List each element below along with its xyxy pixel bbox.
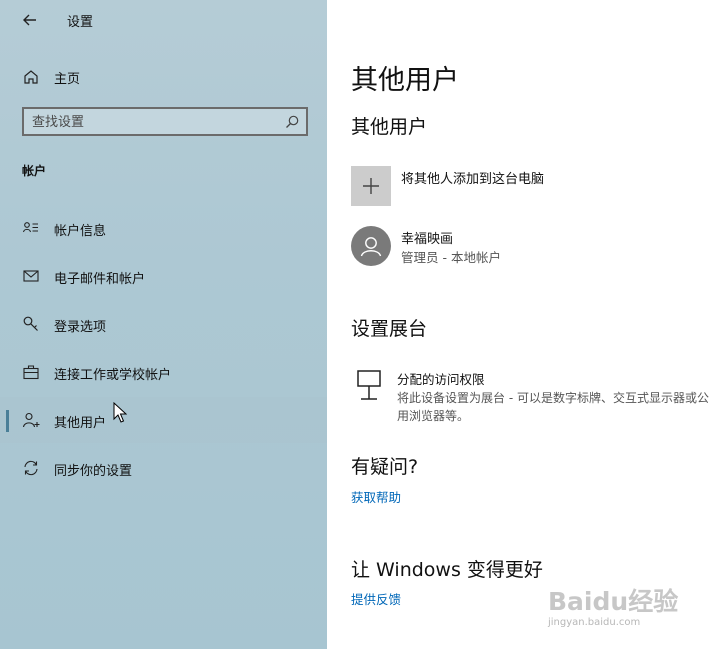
mouse-cursor-icon [113, 402, 127, 424]
kiosk-icon [355, 369, 383, 403]
sidebar-item-home[interactable]: 主页 [0, 62, 327, 92]
search-box[interactable] [22, 107, 308, 136]
sidebar-item-label: 其他用户 [54, 416, 107, 431]
search-icon[interactable] [284, 114, 300, 130]
get-help-link[interactable]: 获取帮助 [351, 487, 401, 506]
sidebar: 设置 主页 帐户 帐户信息 电子邮件和帐户 登录选项 连 [0, 0, 327, 649]
kiosk-title: 分配的访问权限 [397, 372, 485, 387]
sidebar-item-email[interactable]: 电子邮件和帐户 [0, 253, 327, 299]
account-info-icon [22, 219, 40, 237]
sidebar-item-sign-in-options[interactable]: 登录选项 [0, 301, 327, 347]
sidebar-item-label: 电子邮件和帐户 [54, 272, 146, 287]
plus-icon [351, 166, 391, 206]
avatar [351, 226, 391, 266]
watermark-logo: Baidu经验 [548, 587, 679, 616]
section-heading-feedback: 让 Windows 变得更好 [351, 559, 543, 581]
sidebar-item-sync[interactable]: 同步你的设置 [0, 445, 327, 491]
sidebar-item-label: 帐户信息 [54, 224, 107, 239]
briefcase-icon [22, 363, 40, 381]
sidebar-item-account-info[interactable]: 帐户信息 [0, 205, 327, 251]
section-title: 帐户 [22, 164, 47, 178]
section-heading-kiosk: 设置展台 [351, 318, 428, 340]
sidebar-item-label: 登录选项 [54, 320, 107, 335]
title-bar: 设置 [0, 0, 327, 40]
section-heading-other-users: 其他用户 [351, 116, 428, 138]
add-user-label: 将其他人添加到这台电脑 [401, 172, 545, 187]
page-title: 其他用户 [351, 65, 459, 96]
home-icon [22, 68, 40, 86]
sync-icon [22, 459, 40, 477]
sidebar-item-work-school[interactable]: 连接工作或学校帐户 [0, 349, 327, 395]
key-icon [22, 315, 40, 333]
sidebar-item-label: 主页 [54, 72, 81, 87]
mail-icon [22, 267, 40, 285]
sidebar-item-label: 连接工作或学校帐户 [54, 368, 172, 383]
back-button[interactable] [18, 9, 42, 31]
watermark-url: jingyan.baidu.com [548, 617, 641, 628]
add-person-icon [22, 411, 40, 429]
section-heading-help: 有疑问? [351, 456, 419, 478]
kiosk-description: 将此设备设置为展台 - 可以是数字标牌、交互式显示器或公用浏览器等。 [397, 391, 709, 423]
user-role: 管理员 - 本地帐户 [401, 250, 501, 265]
app-title: 设置 [67, 15, 94, 30]
sidebar-item-other-users[interactable]: 其他用户 [0, 397, 327, 443]
main-content: 其他用户 其他用户 将其他人添加到这台电脑 幸福映画 管理员 - 本地帐户 设置… [327, 0, 713, 649]
sidebar-item-label: 同步你的设置 [54, 464, 133, 479]
give-feedback-link[interactable]: 提供反馈 [351, 589, 401, 608]
person-icon [360, 237, 382, 257]
search-input[interactable] [32, 113, 272, 131]
back-arrow-icon [23, 14, 36, 26]
user-name: 幸福映画 [401, 232, 454, 247]
